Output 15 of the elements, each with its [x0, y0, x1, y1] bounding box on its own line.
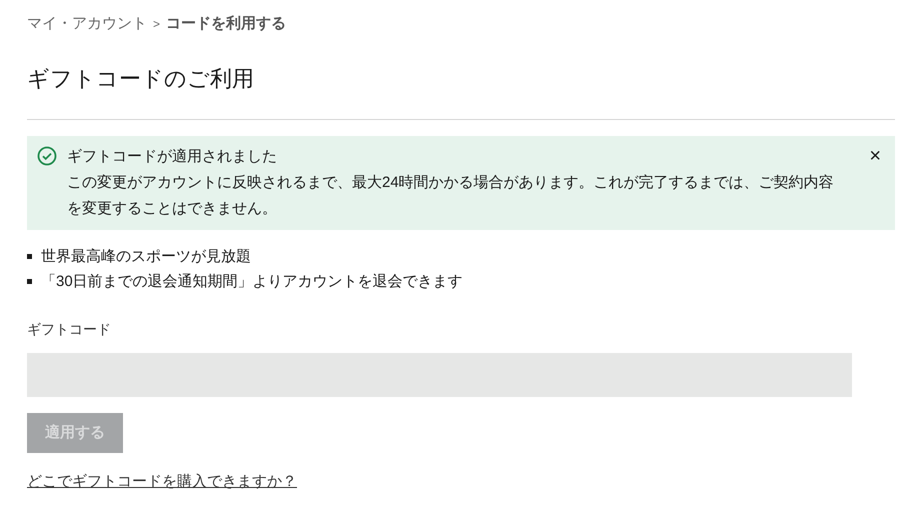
- page-title: ギフトコードのご利用: [27, 65, 255, 93]
- breadcrumb-item[interactable]: マイ・アカウント: [27, 12, 147, 36]
- close-button[interactable]: ×: [869, 146, 881, 166]
- check-circle-icon: [37, 146, 57, 166]
- alert-title: ギフトコードが適用されました: [67, 147, 278, 167]
- field-label: ギフトコード: [27, 320, 112, 339]
- help-link[interactable]: どこでギフトコードを購入できますか？: [27, 471, 297, 494]
- benefit-text: 「30日前までの退会通知期間」よりアカウントを退会できます: [41, 272, 463, 292]
- benefit-text: 世界最高峰のスポーツが見放題: [41, 247, 251, 267]
- gift-code-input[interactable]: [27, 353, 852, 397]
- bullet-icon: [27, 254, 32, 259]
- breadcrumb-item: コードを利用する: [166, 14, 286, 34]
- bullet-icon: [27, 279, 32, 284]
- breadcrumb-separator: >: [153, 16, 160, 33]
- alert-message: この変更がアカウントに反映されるまで、最大24時間かかる場合があります。これが完了するまでは、ご契約内容を変更することはできません。: [67, 173, 835, 219]
